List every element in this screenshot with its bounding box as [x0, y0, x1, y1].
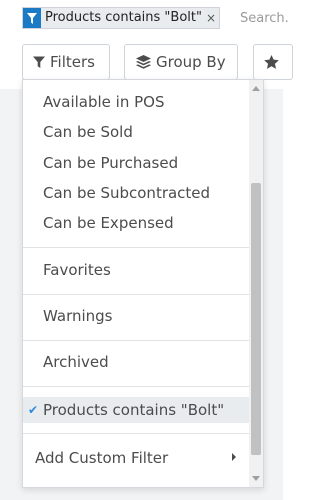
- add-custom-filter-label: Add Custom Filter: [35, 449, 169, 467]
- search-bar: Products contains "Bolt" ×: [0, 0, 290, 37]
- filter-option[interactable]: Can be Purchased: [23, 152, 249, 174]
- divider: [23, 433, 249, 434]
- caret-right-icon: [232, 453, 236, 461]
- filter-option-archived[interactable]: Archived: [23, 351, 249, 373]
- star-icon: [264, 55, 279, 69]
- search-facet: Products contains "Bolt" ×: [22, 7, 221, 29]
- filter-option[interactable]: Can be Sold: [23, 121, 249, 143]
- filter-option-warnings[interactable]: Warnings: [23, 305, 249, 327]
- filter-option-favorites[interactable]: Favorites: [23, 259, 249, 281]
- selected-filter-label: Products contains "Bolt": [43, 401, 225, 419]
- filters-dropdown: Available in POS Can be Sold Can be Purc…: [22, 79, 264, 488]
- divider: [23, 247, 249, 248]
- filters-label: Filters: [50, 53, 95, 71]
- group-by-label: Group By: [156, 53, 226, 71]
- add-custom-filter[interactable]: Add Custom Filter: [23, 447, 249, 469]
- filter-option[interactable]: Can be Subcontracted: [23, 182, 249, 204]
- scroll-down-arrow[interactable]: [252, 476, 260, 481]
- filter-option-custom-selected[interactable]: ✔ Products contains "Bolt": [23, 397, 249, 423]
- scroll-thumb[interactable]: [251, 183, 261, 455]
- search-input[interactable]: [240, 8, 290, 28]
- favorites-button[interactable]: [253, 44, 293, 80]
- group-by-button[interactable]: Group By: [124, 44, 238, 80]
- filter-icon: [33, 56, 45, 68]
- facet-label: Products contains "Bolt": [41, 8, 205, 28]
- scrollbar[interactable]: [249, 80, 263, 487]
- check-icon: ✔: [28, 403, 39, 417]
- filter-icon: [23, 8, 41, 28]
- filters-button[interactable]: Filters: [22, 44, 110, 80]
- close-icon[interactable]: ×: [204, 8, 220, 28]
- divider: [23, 340, 249, 341]
- filter-option[interactable]: Available in POS: [23, 91, 249, 113]
- layers-icon: [136, 55, 151, 69]
- divider: [23, 386, 249, 387]
- divider: [23, 294, 249, 295]
- scroll-up-arrow[interactable]: [252, 86, 260, 91]
- filter-option[interactable]: Can be Expensed: [23, 212, 249, 234]
